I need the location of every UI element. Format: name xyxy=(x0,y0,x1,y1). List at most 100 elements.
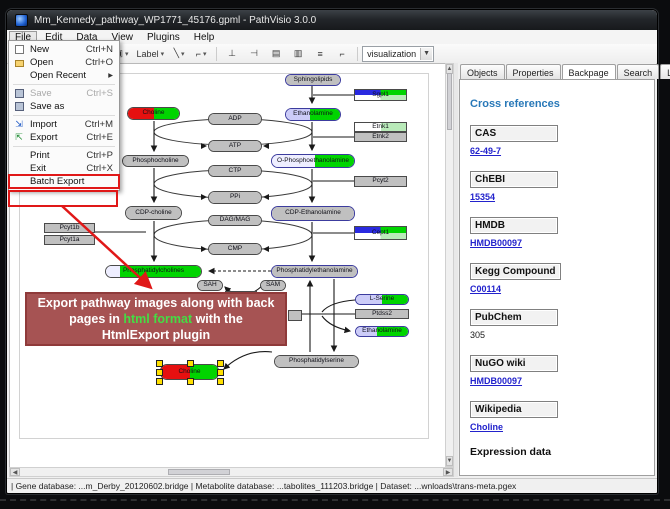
node-label: CMP xyxy=(228,246,242,253)
xref-source-label: HMDB xyxy=(470,217,558,234)
xref-link[interactable]: 62-49-7 xyxy=(470,146,644,156)
metabolite-node-phosphatidylethanolamine[interactable]: Phosphatidylethanolamine xyxy=(271,265,358,278)
selection-handle[interactable] xyxy=(156,378,163,385)
menu-item-plugins[interactable]: Plugins xyxy=(141,31,186,44)
tab-properties[interactable]: Properties xyxy=(506,64,561,79)
vertical-scrollbar[interactable]: ▲ ▼ xyxy=(445,63,454,467)
title-bar[interactable]: Mm_Kennedy_pathway_WP1771_45176.gpml - P… xyxy=(7,10,657,30)
node-label: Pcyt2 xyxy=(372,178,388,185)
xref-link[interactable]: 15354 xyxy=(470,192,644,202)
metabolite-node-phosphatidylcholines[interactable]: Phosphatidylcholines xyxy=(105,265,202,278)
horizontal-scrollbar[interactable]: ◀ ▶ xyxy=(9,467,454,477)
chevron-down-icon[interactable]: ▾ xyxy=(181,50,185,58)
metabolite-node-l-serine[interactable]: L-Serine xyxy=(355,294,409,305)
file-menu-item-export[interactable]: ⇱ExportCtrl+E xyxy=(9,131,119,144)
vertical-scroll-thumb[interactable] xyxy=(447,73,452,130)
file-menu-popup: NewCtrl+NOpenCtrl+OOpen Recent▸ SaveCtrl+… xyxy=(8,40,120,191)
gene-node-pcyt1a[interactable]: Pcyt1a xyxy=(44,235,95,245)
metabolite-node-ethanolamine[interactable]: Ethanolamine xyxy=(355,326,409,337)
export-icon: ⇱ xyxy=(13,133,25,143)
xref-link[interactable]: C00114 xyxy=(470,284,644,294)
file-menu-item-save-as[interactable]: Save as xyxy=(9,100,119,113)
visualization-combobox[interactable]: visualization ▼ xyxy=(362,46,434,62)
selection-handle[interactable] xyxy=(156,369,163,376)
file-menu-item-exit[interactable]: ExitCtrl+X xyxy=(9,162,119,175)
selection-handle[interactable] xyxy=(217,378,224,385)
metabolite-node-ethanolamine[interactable]: Ethanolamine xyxy=(285,108,341,121)
selection-handle[interactable] xyxy=(217,360,224,367)
menu-item-help[interactable]: Help xyxy=(188,31,221,44)
metabolite-node-sah[interactable]: SAH xyxy=(197,280,223,291)
metabolite-node-phosphocholine[interactable]: Phosphocholine xyxy=(122,155,189,167)
metabolite-node-cdp-choline[interactable]: CDP-choline xyxy=(125,206,182,220)
chevron-down-icon[interactable]: ▾ xyxy=(161,50,165,58)
stack-horizontal-button[interactable]: ▥ xyxy=(288,45,308,62)
metabolite-node-ppi[interactable]: PPi xyxy=(208,191,262,204)
xref-link[interactable]: HMDB00097 xyxy=(470,376,644,386)
align-center-button[interactable]: ⊥ xyxy=(222,45,242,62)
selection-handle[interactable] xyxy=(187,378,194,385)
metabolite-node-o-phosphoethanolamine[interactable]: O-Phosphoethanolamine xyxy=(271,154,355,168)
common-width-button[interactable]: ≡ xyxy=(310,45,330,62)
file-menu-item-batch-export[interactable]: Batch Export xyxy=(9,175,119,188)
gene-node-cept1[interactable]: Cept1 xyxy=(354,226,407,240)
horizontal-scroll-thumb[interactable] xyxy=(168,469,230,475)
expression-data-heading: Expression data xyxy=(470,446,644,458)
metabolite-node-ctp[interactable]: CTP xyxy=(208,165,262,177)
xref-link[interactable]: Choline xyxy=(470,422,644,432)
line-tool-button[interactable]: ╲▾ xyxy=(169,45,189,62)
connector-tool-button[interactable]: ⌐▾ xyxy=(191,45,211,62)
xref-value: 305 xyxy=(470,330,644,340)
selection-handle[interactable] xyxy=(156,360,163,367)
common-height-button[interactable]: ⌐ xyxy=(332,45,352,62)
menu-item-label: Exit xyxy=(30,163,86,174)
menu-item-label: Print xyxy=(30,150,86,161)
connector-tool-icon: ⌐ xyxy=(196,49,201,59)
scroll-left-icon[interactable]: ◀ xyxy=(10,468,20,476)
node-label: Pcyt1b xyxy=(60,225,80,232)
metabolite-node-adp[interactable]: ADP xyxy=(208,113,262,125)
gene-node-sgpl1[interactable]: Sgpl1 xyxy=(354,89,407,101)
chevron-down-icon[interactable]: ▾ xyxy=(203,50,207,58)
chevron-down-icon[interactable]: ▼ xyxy=(420,48,432,60)
file-menu-item-open-recent[interactable]: Open Recent▸ xyxy=(9,69,119,82)
tab-backpage[interactable]: Backpage xyxy=(562,64,616,79)
gene-node-etnk2[interactable]: Etnk2 xyxy=(354,132,407,142)
selection-handle[interactable] xyxy=(187,360,194,367)
scroll-down-icon[interactable]: ▼ xyxy=(446,456,453,466)
file-menu-item-new[interactable]: NewCtrl+N xyxy=(9,43,119,56)
stack-horizontal-icon: ▥ xyxy=(294,48,303,59)
gene-node[interactable] xyxy=(288,310,302,321)
metabolite-node-cmp[interactable]: CMP xyxy=(208,243,262,255)
xref-link[interactable]: HMDB00097 xyxy=(470,238,644,248)
metabolite-node-choline[interactable]: Choline xyxy=(127,107,180,120)
node-label: L-Serine xyxy=(370,296,395,303)
metabolite-node-dag-mag[interactable]: DAG/MAG xyxy=(208,215,262,226)
metabolite-node-sam[interactable]: SAM xyxy=(260,280,286,291)
scroll-right-icon[interactable]: ▶ xyxy=(443,468,453,476)
menu-item-label: Open xyxy=(30,57,85,68)
metabolite-node-cdp-ethanolamine[interactable]: CDP-Ethanolamine xyxy=(271,206,355,221)
tab-objects[interactable]: Objects xyxy=(460,64,505,79)
chevron-down-icon[interactable]: ▾ xyxy=(125,50,129,58)
selection-handle[interactable] xyxy=(217,369,224,376)
align-middle-button[interactable]: ⊣ xyxy=(244,45,264,62)
file-menu-item-print[interactable]: PrintCtrl+P xyxy=(9,149,119,162)
menu-item-label: Open Recent xyxy=(30,70,108,81)
gene-node-pcyt2[interactable]: Pcyt2 xyxy=(354,176,407,187)
tab-search[interactable]: Search xyxy=(617,64,660,79)
file-menu-item-save[interactable]: SaveCtrl+S xyxy=(9,87,119,100)
stack-vertical-button[interactable]: ▤ xyxy=(266,45,286,62)
file-menu-item-import[interactable]: ⇲ImportCtrl+M xyxy=(9,118,119,131)
label-tool-button[interactable]: Label▾ xyxy=(134,45,168,62)
gene-node-pcyt1b[interactable]: Pcyt1b xyxy=(44,223,95,233)
node-label: ADP xyxy=(228,116,241,123)
metabolite-node-phosphatidylserine[interactable]: Phosphatidylserine xyxy=(274,355,359,368)
tab-legend[interactable]: Legend xyxy=(660,64,670,79)
cross-references-heading: Cross references xyxy=(470,98,644,110)
gene-node-ptdss2[interactable]: Ptdss2 xyxy=(355,309,409,319)
metabolite-node-atp[interactable]: ATP xyxy=(208,140,262,152)
metabolite-node-sphingolipids[interactable]: Sphingolipids xyxy=(285,74,341,86)
gene-node-etnk1[interactable]: Etnk1 xyxy=(354,122,407,132)
file-menu-item-open[interactable]: OpenCtrl+O xyxy=(9,56,119,69)
